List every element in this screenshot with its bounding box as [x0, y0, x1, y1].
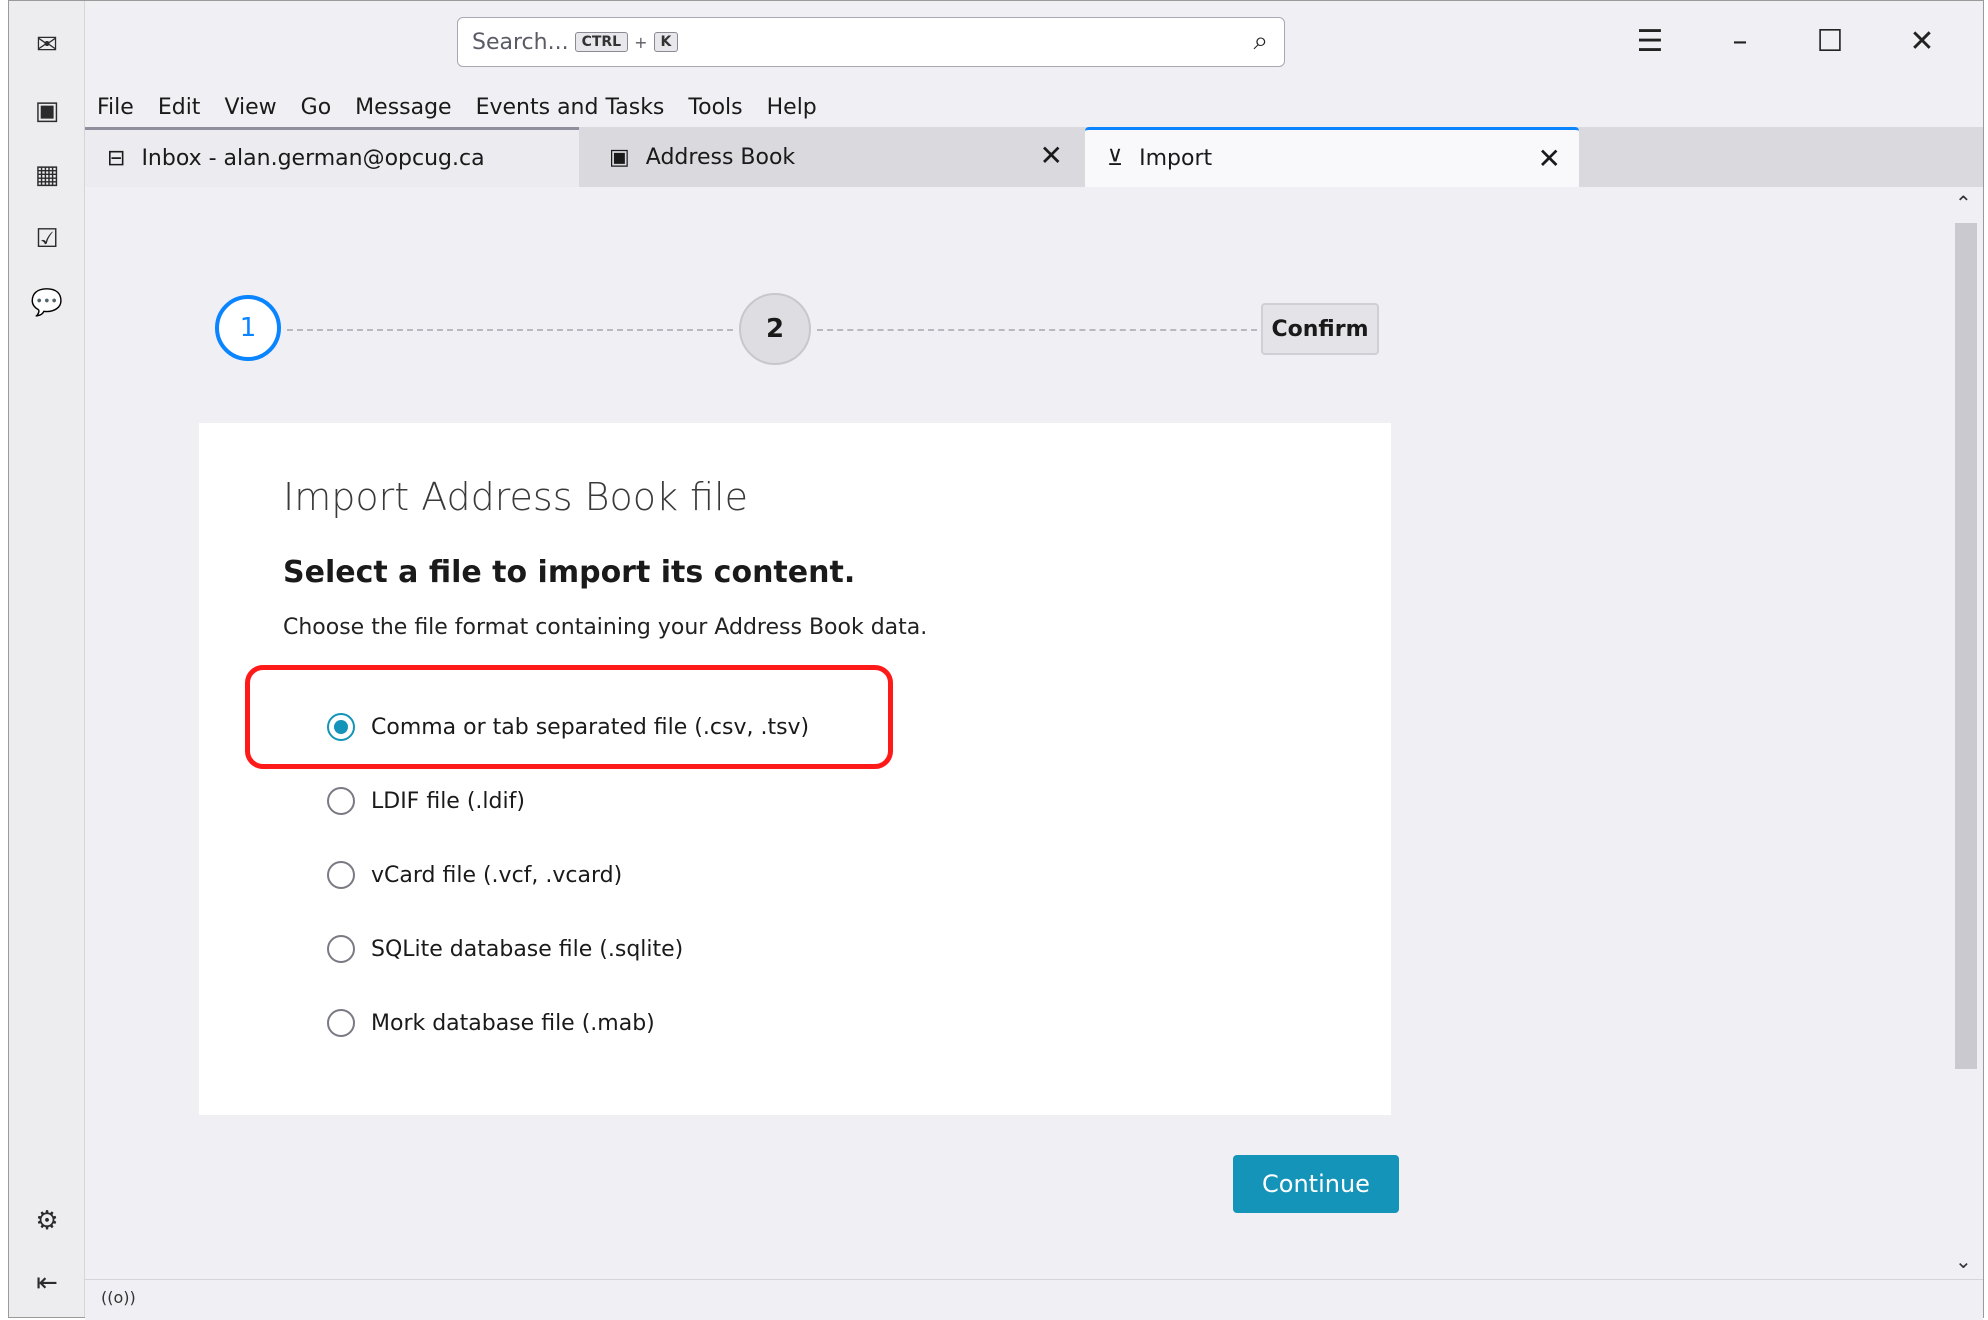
page-title: Import Address Book file [283, 475, 748, 519]
option-vcard[interactable]: vCard file (.vcf, .vcard) [327, 853, 622, 897]
import-content: 1 2 Confirm Import Address Book file Sel… [85, 187, 1949, 1279]
radio-mork[interactable] [327, 1009, 355, 1037]
settings-icon[interactable]: ⚙ [23, 1197, 71, 1245]
menu-bar: File Edit View Go Message Events and Tas… [85, 87, 1983, 127]
tab-import[interactable]: ⊻ Import ✕ [1085, 127, 1579, 187]
address-book-icon: ▣ [609, 144, 630, 170]
step-1-indicator: 1 [215, 295, 281, 361]
spaces-toolbar: ✉ ▣ ▦ ☑ 💬 ⚙ ⇤ [9, 1, 85, 1317]
step-confirm-indicator: Confirm [1261, 303, 1379, 355]
menu-events-and-tasks[interactable]: Events and Tasks [464, 95, 677, 120]
section-heading: Select a file to import its content. [283, 555, 856, 590]
search-bar[interactable]: Search... CTRL + K ⌕ [457, 17, 1285, 67]
status-bar: ((o)) [85, 1279, 1983, 1320]
radio-sqlite[interactable] [327, 935, 355, 963]
option-ldif-label: LDIF file (.ldif) [371, 788, 525, 814]
shortcut-plus: + [634, 32, 648, 52]
online-status-icon[interactable]: ((o)) [101, 1288, 136, 1307]
close-icon[interactable]: ✕ [1040, 139, 1063, 172]
collapse-sidebar-icon[interactable]: ⇤ [23, 1259, 71, 1307]
menu-view[interactable]: View [212, 95, 288, 120]
minimize-button[interactable]: – [1713, 15, 1767, 67]
address-book-icon[interactable]: ▣ [23, 87, 71, 135]
import-icon: ⊻ [1107, 146, 1124, 171]
close-icon[interactable]: ✕ [1538, 142, 1561, 175]
radio-ldif[interactable] [327, 787, 355, 815]
shortcut-key-ctrl: CTRL [574, 32, 629, 52]
option-sqlite-label: SQLite database file (.sqlite) [371, 936, 684, 962]
tab-inbox[interactable]: ⊟ Inbox - alan.german@opcug.ca [85, 127, 579, 187]
menu-message[interactable]: Message [343, 95, 463, 120]
step-connector [817, 329, 1257, 331]
step-connector [287, 329, 733, 331]
shortcut-key-k: K [653, 32, 679, 52]
search-icon[interactable]: ⌕ [1253, 26, 1268, 57]
menu-tools[interactable]: Tools [676, 95, 754, 120]
option-ldif[interactable]: LDIF file (.ldif) [327, 779, 525, 823]
tab-bar: ⊟ Inbox - alan.german@opcug.ca ▣ Address… [85, 127, 1983, 187]
radio-vcard[interactable] [327, 861, 355, 889]
import-card: Import Address Book file Select a file t… [199, 423, 1391, 1115]
chat-icon[interactable]: 💬 [23, 279, 71, 327]
scroll-thumb[interactable] [1955, 223, 1977, 1069]
tab-address-book-label: Address Book [645, 144, 796, 170]
tab-inbox-label: Inbox - alan.german@opcug.ca [141, 146, 485, 171]
highlight-annotation [245, 665, 893, 769]
mail-icon[interactable]: ✉ [23, 21, 71, 69]
section-description: Choose the file format containing your A… [283, 615, 928, 640]
scroll-down-icon[interactable]: ⌄ [1955, 1249, 1972, 1273]
continue-button[interactable]: Continue [1233, 1155, 1399, 1213]
option-mork-label: Mork database file (.mab) [371, 1010, 655, 1036]
step-2-indicator: 2 [739, 293, 811, 365]
calendar-icon[interactable]: ▦ [23, 151, 71, 199]
menu-file[interactable]: File [85, 95, 146, 120]
option-sqlite[interactable]: SQLite database file (.sqlite) [327, 927, 683, 971]
tab-address-book[interactable]: ▣ Address Book ✕ [587, 127, 1081, 187]
title-bar: Search... CTRL + K ⌕ ☰ – ☐ ✕ [85, 1, 1983, 87]
app-menu-icon[interactable]: ☰ [1623, 15, 1677, 67]
menu-go[interactable]: Go [289, 95, 344, 120]
scroll-up-icon[interactable]: ⌃ [1955, 191, 1972, 215]
thunderbird-window: ✉ ▣ ▦ ☑ 💬 ⚙ ⇤ Search... CTRL + K ⌕ ☰ – ☐… [8, 0, 1984, 1320]
menu-edit[interactable]: Edit [146, 95, 213, 120]
inbox-icon: ⊟ [107, 146, 126, 171]
menu-help[interactable]: Help [755, 95, 829, 120]
tasks-icon[interactable]: ☑ [23, 215, 71, 263]
tab-import-label: Import [1139, 146, 1213, 171]
content-scrollbar[interactable]: ⌃ ⌄ [1949, 187, 1983, 1279]
option-mork[interactable]: Mork database file (.mab) [327, 1001, 655, 1045]
close-window-button[interactable]: ✕ [1895, 15, 1949, 67]
maximize-button[interactable]: ☐ [1803, 15, 1857, 67]
option-vcard-label: vCard file (.vcf, .vcard) [371, 862, 623, 888]
search-placeholder: Search... [472, 29, 569, 55]
